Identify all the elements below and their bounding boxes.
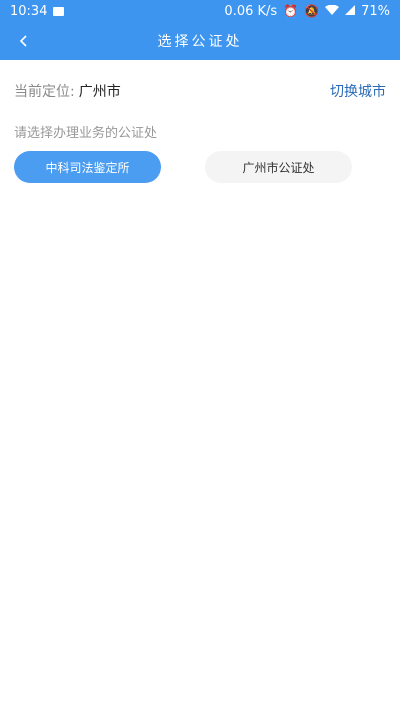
location-label: 当前定位: (14, 84, 75, 100)
notary-options: 中科司法鉴定所 广州市公证处 (0, 151, 400, 183)
location-row: 当前定位: 广州市 切换城市 (0, 82, 400, 100)
option-guangzhou-button[interactable]: 广州市公证处 (205, 151, 352, 183)
status-left: 10:34 (10, 3, 65, 19)
status-bar: 10:34 0.06 K/s ⏰ 🔕 71% (0, 0, 400, 22)
battery-level: 71% (361, 3, 390, 19)
back-button[interactable] (10, 22, 38, 60)
alarm-icon: ⏰ (283, 4, 299, 18)
location-city: 广州市 (78, 84, 121, 100)
status-time: 10:34 (10, 3, 48, 19)
page-title: 选择公证处 (157, 34, 243, 50)
current-location: 当前定位: 广州市 (14, 81, 121, 101)
title-bar: 选择公证处 (0, 22, 400, 60)
mute-icon: 🔕 (304, 4, 320, 18)
selection-hint: 请选择办理业务的公证处 (14, 126, 158, 141)
wifi-icon (325, 4, 340, 17)
option-zhongke-button[interactable]: 中科司法鉴定所 (14, 151, 161, 183)
app-screen: 10:34 0.06 K/s ⏰ 🔕 71% 选择公证处 当前定位: 广州市 切… (0, 0, 400, 711)
status-right: 0.06 K/s ⏰ 🔕 71% (224, 4, 390, 19)
net-speed: 0.06 K/s (224, 3, 278, 19)
signal-icon (345, 5, 356, 17)
switch-city-link[interactable]: 切换城市 (330, 81, 386, 101)
chevron-left-icon (19, 35, 27, 47)
image-icon (53, 6, 65, 16)
